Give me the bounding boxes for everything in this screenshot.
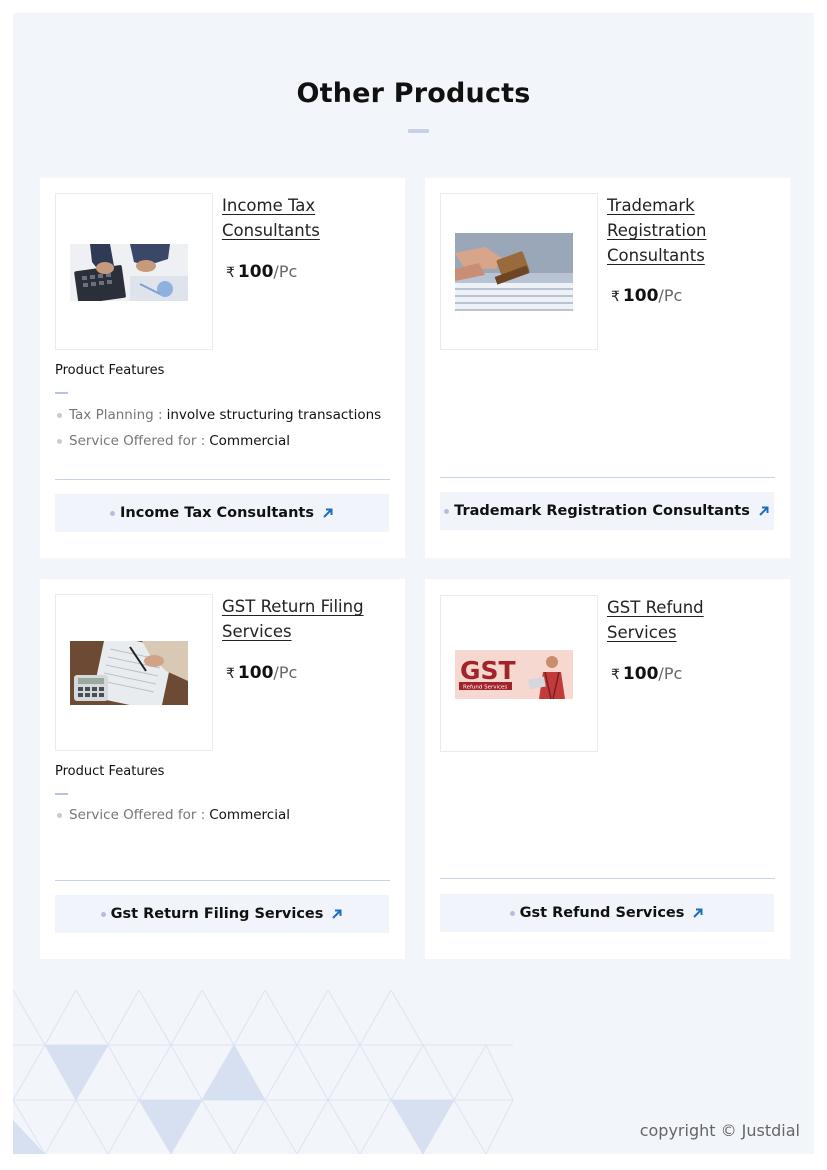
bullet-icon [444, 508, 450, 514]
price-amount: 100 [622, 664, 659, 684]
product-image-income-tax[interactable] [70, 244, 188, 301]
rupee-icon: ₹ [611, 667, 620, 683]
rupee-icon: ₹ [226, 666, 235, 682]
feature-key: Tax Planning : [69, 407, 163, 423]
triangle-pattern-decoration [13, 990, 514, 1154]
price-unit: /Pc [658, 286, 683, 305]
price-amount: 100 [622, 286, 659, 306]
title-underline [408, 129, 429, 133]
product-price: ₹ 100 /Pc [611, 286, 682, 306]
product-card-gst-return: GST Return Filing Services ₹ 100 /Pc Pro… [40, 579, 405, 959]
product-price: ₹ 100 /Pc [226, 663, 297, 683]
bullet-icon [57, 412, 62, 418]
arrow-up-right-icon [332, 909, 342, 919]
product-image-frame[interactable] [55, 594, 213, 751]
features-label: Product Features [55, 764, 165, 779]
features-dash [55, 392, 68, 394]
bullet-icon [100, 911, 106, 917]
product-title-link[interactable]: GST Return Filing Services [222, 594, 392, 644]
product-price: ₹ 100 /Pc [611, 664, 682, 684]
product-cta-button[interactable]: Gst Refund Services [440, 894, 774, 932]
cta-label: Gst Refund Services [519, 905, 685, 921]
product-image-gst-refund[interactable]: GST Refund Services [455, 650, 573, 699]
features-label: Product Features [55, 363, 165, 378]
feature-key: Service Offered for : [69, 433, 206, 449]
product-price: ₹ 100 /Pc [226, 262, 297, 282]
price-unit: /Pc [658, 664, 683, 683]
card-divider [440, 878, 775, 879]
feature-key: Service Offered for : [69, 807, 206, 823]
rupee-icon: ₹ [611, 289, 620, 305]
arrow-up-right-icon [693, 908, 703, 918]
feature-value: Commercial [209, 433, 290, 449]
cta-label: Trademark Registration Consultants [454, 503, 750, 519]
bullet-icon [57, 438, 62, 444]
product-title-link[interactable]: Trademark Registration Consultants [607, 193, 777, 268]
image-text-gst: GST [460, 656, 516, 685]
product-image-frame[interactable] [55, 193, 213, 350]
rupee-icon: ₹ [226, 265, 235, 281]
cta-label: Gst Return Filing Services [110, 906, 324, 922]
product-card-income-tax: Income Tax Consultants ₹ 100 /Pc Product… [40, 178, 405, 558]
feature-item: Tax Planning : involve structuring trans… [57, 407, 381, 423]
feature-item: Service Offered for : Commercial [57, 807, 290, 823]
product-image-frame[interactable]: GST Refund Services [440, 595, 598, 752]
product-image-gst-return[interactable] [70, 641, 188, 705]
arrow-up-right-icon [323, 508, 333, 518]
price-amount: 100 [237, 262, 274, 282]
product-title-link[interactable]: Income Tax Consultants [222, 193, 392, 243]
price-unit: /Pc [273, 663, 298, 682]
cta-label: Income Tax Consultants [120, 505, 314, 521]
feature-value: Commercial [209, 807, 290, 823]
product-card-trademark: Trademark Registration Consultants ₹ 100… [425, 178, 790, 558]
card-divider [55, 479, 390, 480]
product-card-gst-refund: GST Refund Services GST Refund Services … [425, 579, 790, 959]
product-cta-button[interactable]: Trademark Registration Consultants [440, 492, 774, 530]
price-amount: 100 [237, 663, 274, 683]
bullet-icon [110, 510, 116, 516]
card-divider [55, 880, 390, 881]
product-title-link[interactable]: GST Refund Services [607, 595, 777, 645]
product-image-frame[interactable] [440, 193, 598, 350]
card-divider [440, 477, 775, 478]
bullet-icon [57, 812, 62, 818]
features-dash [55, 793, 68, 795]
product-cta-button[interactable]: Income Tax Consultants [55, 494, 389, 532]
arrow-up-right-icon [759, 506, 769, 516]
footer-copyright: copyright © Justdial [639, 1121, 800, 1140]
bullet-icon [509, 910, 515, 916]
product-image-trademark[interactable] [455, 233, 573, 311]
section-title: Other Products [296, 78, 531, 109]
price-unit: /Pc [273, 262, 298, 281]
feature-value: involve structuring transactions [166, 407, 382, 423]
product-cta-button[interactable]: Gst Return Filing Services [55, 895, 389, 933]
image-text-refund: Refund Services [463, 685, 507, 691]
feature-item: Service Offered for : Commercial [57, 433, 290, 449]
